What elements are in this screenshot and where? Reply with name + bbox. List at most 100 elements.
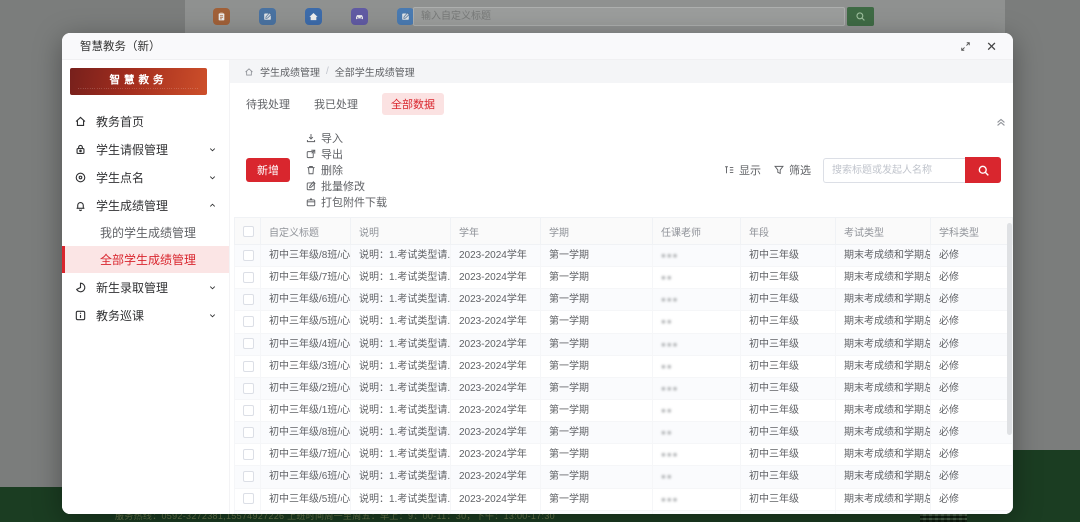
add-button[interactable]: 新增 bbox=[246, 158, 290, 182]
cell-subject: 必修 bbox=[931, 377, 1013, 399]
row-checkbox[interactable] bbox=[243, 493, 254, 504]
row-checkbox[interactable] bbox=[243, 427, 254, 438]
cell-grade: 初中三年级 bbox=[741, 377, 836, 399]
expand-icon[interactable] bbox=[960, 41, 971, 52]
export-button[interactable]: 导出 bbox=[305, 146, 387, 162]
chevron-down-icon bbox=[208, 283, 217, 292]
package-button[interactable]: 打包附件下载 bbox=[305, 194, 387, 210]
close-icon[interactable]: ✕ bbox=[986, 40, 997, 53]
import-button[interactable]: 导入 bbox=[305, 130, 387, 146]
modal-window: 智慧教务（新） ✕ 智慧教务 ·························… bbox=[62, 33, 1013, 514]
table-row[interactable]: 初中三年级/4班/心理...说明：1.考试类型请...2023-2024学年第一… bbox=[235, 510, 1014, 514]
cell-teacher: ●● bbox=[653, 422, 741, 444]
edit-icon[interactable] bbox=[397, 8, 414, 25]
vertical-scrollbar[interactable] bbox=[1007, 223, 1012, 435]
cell-exam: 期末考成绩和学期总... bbox=[836, 245, 931, 267]
table-row[interactable]: 初中三年级/1班/心理...说明：1.考试类型请...2023-2024学年第一… bbox=[235, 399, 1014, 421]
package-icon bbox=[305, 196, 317, 208]
cell-subject: 必修 bbox=[931, 355, 1013, 377]
trash-button[interactable]: 删除 bbox=[305, 162, 387, 178]
breadcrumb: 学生成绩管理 / 全部学生成绩管理 bbox=[230, 60, 1013, 83]
table-row[interactable]: 初中三年级/6班/心理...说明：1.考试类型请...2023-2024学年第一… bbox=[235, 289, 1014, 311]
select-all-checkbox[interactable] bbox=[243, 226, 254, 237]
background-search-input[interactable] bbox=[413, 7, 845, 26]
row-checkbox[interactable] bbox=[243, 294, 254, 305]
modal-title: 智慧教务（新） bbox=[80, 38, 161, 54]
filter-button[interactable]: 筛选 bbox=[773, 162, 811, 178]
collapse-panel-icon[interactable] bbox=[995, 116, 1007, 128]
cell-grade: 初中三年级 bbox=[741, 245, 836, 267]
table-row[interactable]: 初中三年级/5班/心理...说明：1.考试类型请...2023-2024学年第一… bbox=[235, 311, 1014, 333]
row-checkbox[interactable] bbox=[243, 405, 254, 416]
table-row[interactable]: 初中三年级/4班/心理...说明：1.考试类型请...2023-2024学年第一… bbox=[235, 333, 1014, 355]
teacher-name-masked: ●● bbox=[661, 271, 673, 284]
cell-title: 初中三年级/2班/心理... bbox=[261, 377, 351, 399]
row-checkbox[interactable] bbox=[243, 272, 254, 283]
sidebar-subitem[interactable]: 全部学生成绩管理 bbox=[62, 246, 229, 273]
cell-exam: 期末考成绩和学期总... bbox=[836, 311, 931, 333]
sidebar-item-inspection[interactable]: 教务巡课 bbox=[62, 301, 229, 329]
row-checkbox[interactable] bbox=[243, 383, 254, 394]
background-search-button[interactable] bbox=[847, 7, 874, 26]
row-checkbox[interactable] bbox=[243, 250, 254, 261]
table-search-input[interactable] bbox=[823, 158, 965, 183]
table-row[interactable]: 初中三年级/6班/心理...说明：1.考试类型请...2023-2024学年第一… bbox=[235, 466, 1014, 488]
cell-teacher: ●● bbox=[653, 311, 741, 333]
clipboard-icon[interactable] bbox=[213, 8, 230, 25]
display-button[interactable]: 显示 bbox=[723, 162, 761, 178]
tab-1[interactable]: 我已处理 bbox=[314, 96, 358, 112]
sidebar-item-scores[interactable]: 学生成绩管理 bbox=[62, 191, 229, 219]
table-row[interactable]: 初中三年级/5班/心理...说明：1.考试类型请...2023-2024学年第一… bbox=[235, 488, 1014, 510]
sidebar-item-label: 新生录取管理 bbox=[96, 279, 168, 296]
table-row[interactable]: 初中三年级/2班/心理...说明：1.考试类型请...2023-2024学年第一… bbox=[235, 377, 1014, 399]
action-label: 批量修改 bbox=[321, 178, 365, 194]
table-row[interactable]: 初中三年级/3班/心理...说明：1.考试类型请...2023-2024学年第一… bbox=[235, 355, 1014, 377]
cell-exam: 期末考成绩和学期总... bbox=[836, 289, 931, 311]
notebook-icon[interactable] bbox=[259, 8, 276, 25]
action-label: 删除 bbox=[321, 162, 343, 178]
chevron-down-icon bbox=[208, 311, 217, 320]
cell-teacher: ●● bbox=[653, 466, 741, 488]
cell-year: 2023-2024学年 bbox=[451, 377, 541, 399]
sidebar-item-home[interactable]: 教务首页 bbox=[62, 107, 229, 135]
home-icon bbox=[244, 67, 254, 77]
cell-term: 第一学期 bbox=[541, 311, 653, 333]
table-row[interactable]: 初中三年级/7班/心理...说明：1.考试类型请...2023-2024学年第一… bbox=[235, 444, 1014, 466]
cell-subject: 必修 bbox=[931, 510, 1013, 514]
row-checkbox[interactable] bbox=[243, 338, 254, 349]
tab-2[interactable]: 全部数据 bbox=[382, 93, 444, 115]
cell-exam: 期末考成绩和学期总... bbox=[836, 267, 931, 289]
table-row[interactable]: 初中三年级/8班/心理...说明：1.考试类型请...2023-2024学年第一… bbox=[235, 422, 1014, 444]
batchedit-button[interactable]: 批量修改 bbox=[305, 178, 387, 194]
teacher-name-masked: ●● bbox=[661, 315, 673, 328]
sidebar-item-admission[interactable]: 新生录取管理 bbox=[62, 273, 229, 301]
teacher-name-masked: ●●● bbox=[661, 493, 679, 506]
cell-desc: 说明：1.考试类型请... bbox=[351, 399, 451, 421]
cell-grade: 初中三年级 bbox=[741, 510, 836, 514]
modal-body: 智慧教务 ···································… bbox=[62, 60, 1013, 514]
cell-term: 第一学期 bbox=[541, 510, 653, 514]
sidebar-item-label: 教务首页 bbox=[96, 113, 144, 130]
row-checkbox[interactable] bbox=[243, 316, 254, 327]
sidebar-subitem[interactable]: 我的学生成绩管理 bbox=[62, 219, 229, 246]
table-row[interactable]: 初中三年级/8班/心理...说明：1.考试类型请...2023-2024学年第一… bbox=[235, 245, 1014, 267]
table-row[interactable]: 初中三年级/7班/心理...说明：1.考试类型请...2023-2024学年第一… bbox=[235, 267, 1014, 289]
cell-desc: 说明：1.考试类型请... bbox=[351, 333, 451, 355]
row-checkbox[interactable] bbox=[243, 449, 254, 460]
sidebar-item-label: 学生请假管理 bbox=[96, 141, 168, 158]
tab-0[interactable]: 待我处理 bbox=[246, 96, 290, 112]
table-search-button[interactable] bbox=[965, 157, 1001, 183]
sidebar-item-rollcall[interactable]: 学生点名 bbox=[62, 163, 229, 191]
data-table: 自定义标题说明学年学期任课老师年段考试类型学科类型 初中三年级/8班/心理...… bbox=[234, 217, 1013, 514]
breadcrumb-item[interactable]: 学生成绩管理 bbox=[260, 64, 320, 79]
column-header: 自定义标题 bbox=[261, 218, 351, 245]
sidebar-item-leave[interactable]: 学生请假管理 bbox=[62, 135, 229, 163]
car-icon[interactable] bbox=[351, 8, 368, 25]
cell-title: 初中三年级/7班/心理... bbox=[261, 267, 351, 289]
home-icon[interactable] bbox=[305, 8, 322, 25]
row-checkbox[interactable] bbox=[243, 471, 254, 482]
search-icon bbox=[855, 11, 866, 22]
row-checkbox[interactable] bbox=[243, 361, 254, 372]
cell-title: 初中三年级/5班/心理... bbox=[261, 311, 351, 333]
brand-title: 智慧教务 bbox=[70, 72, 207, 87]
